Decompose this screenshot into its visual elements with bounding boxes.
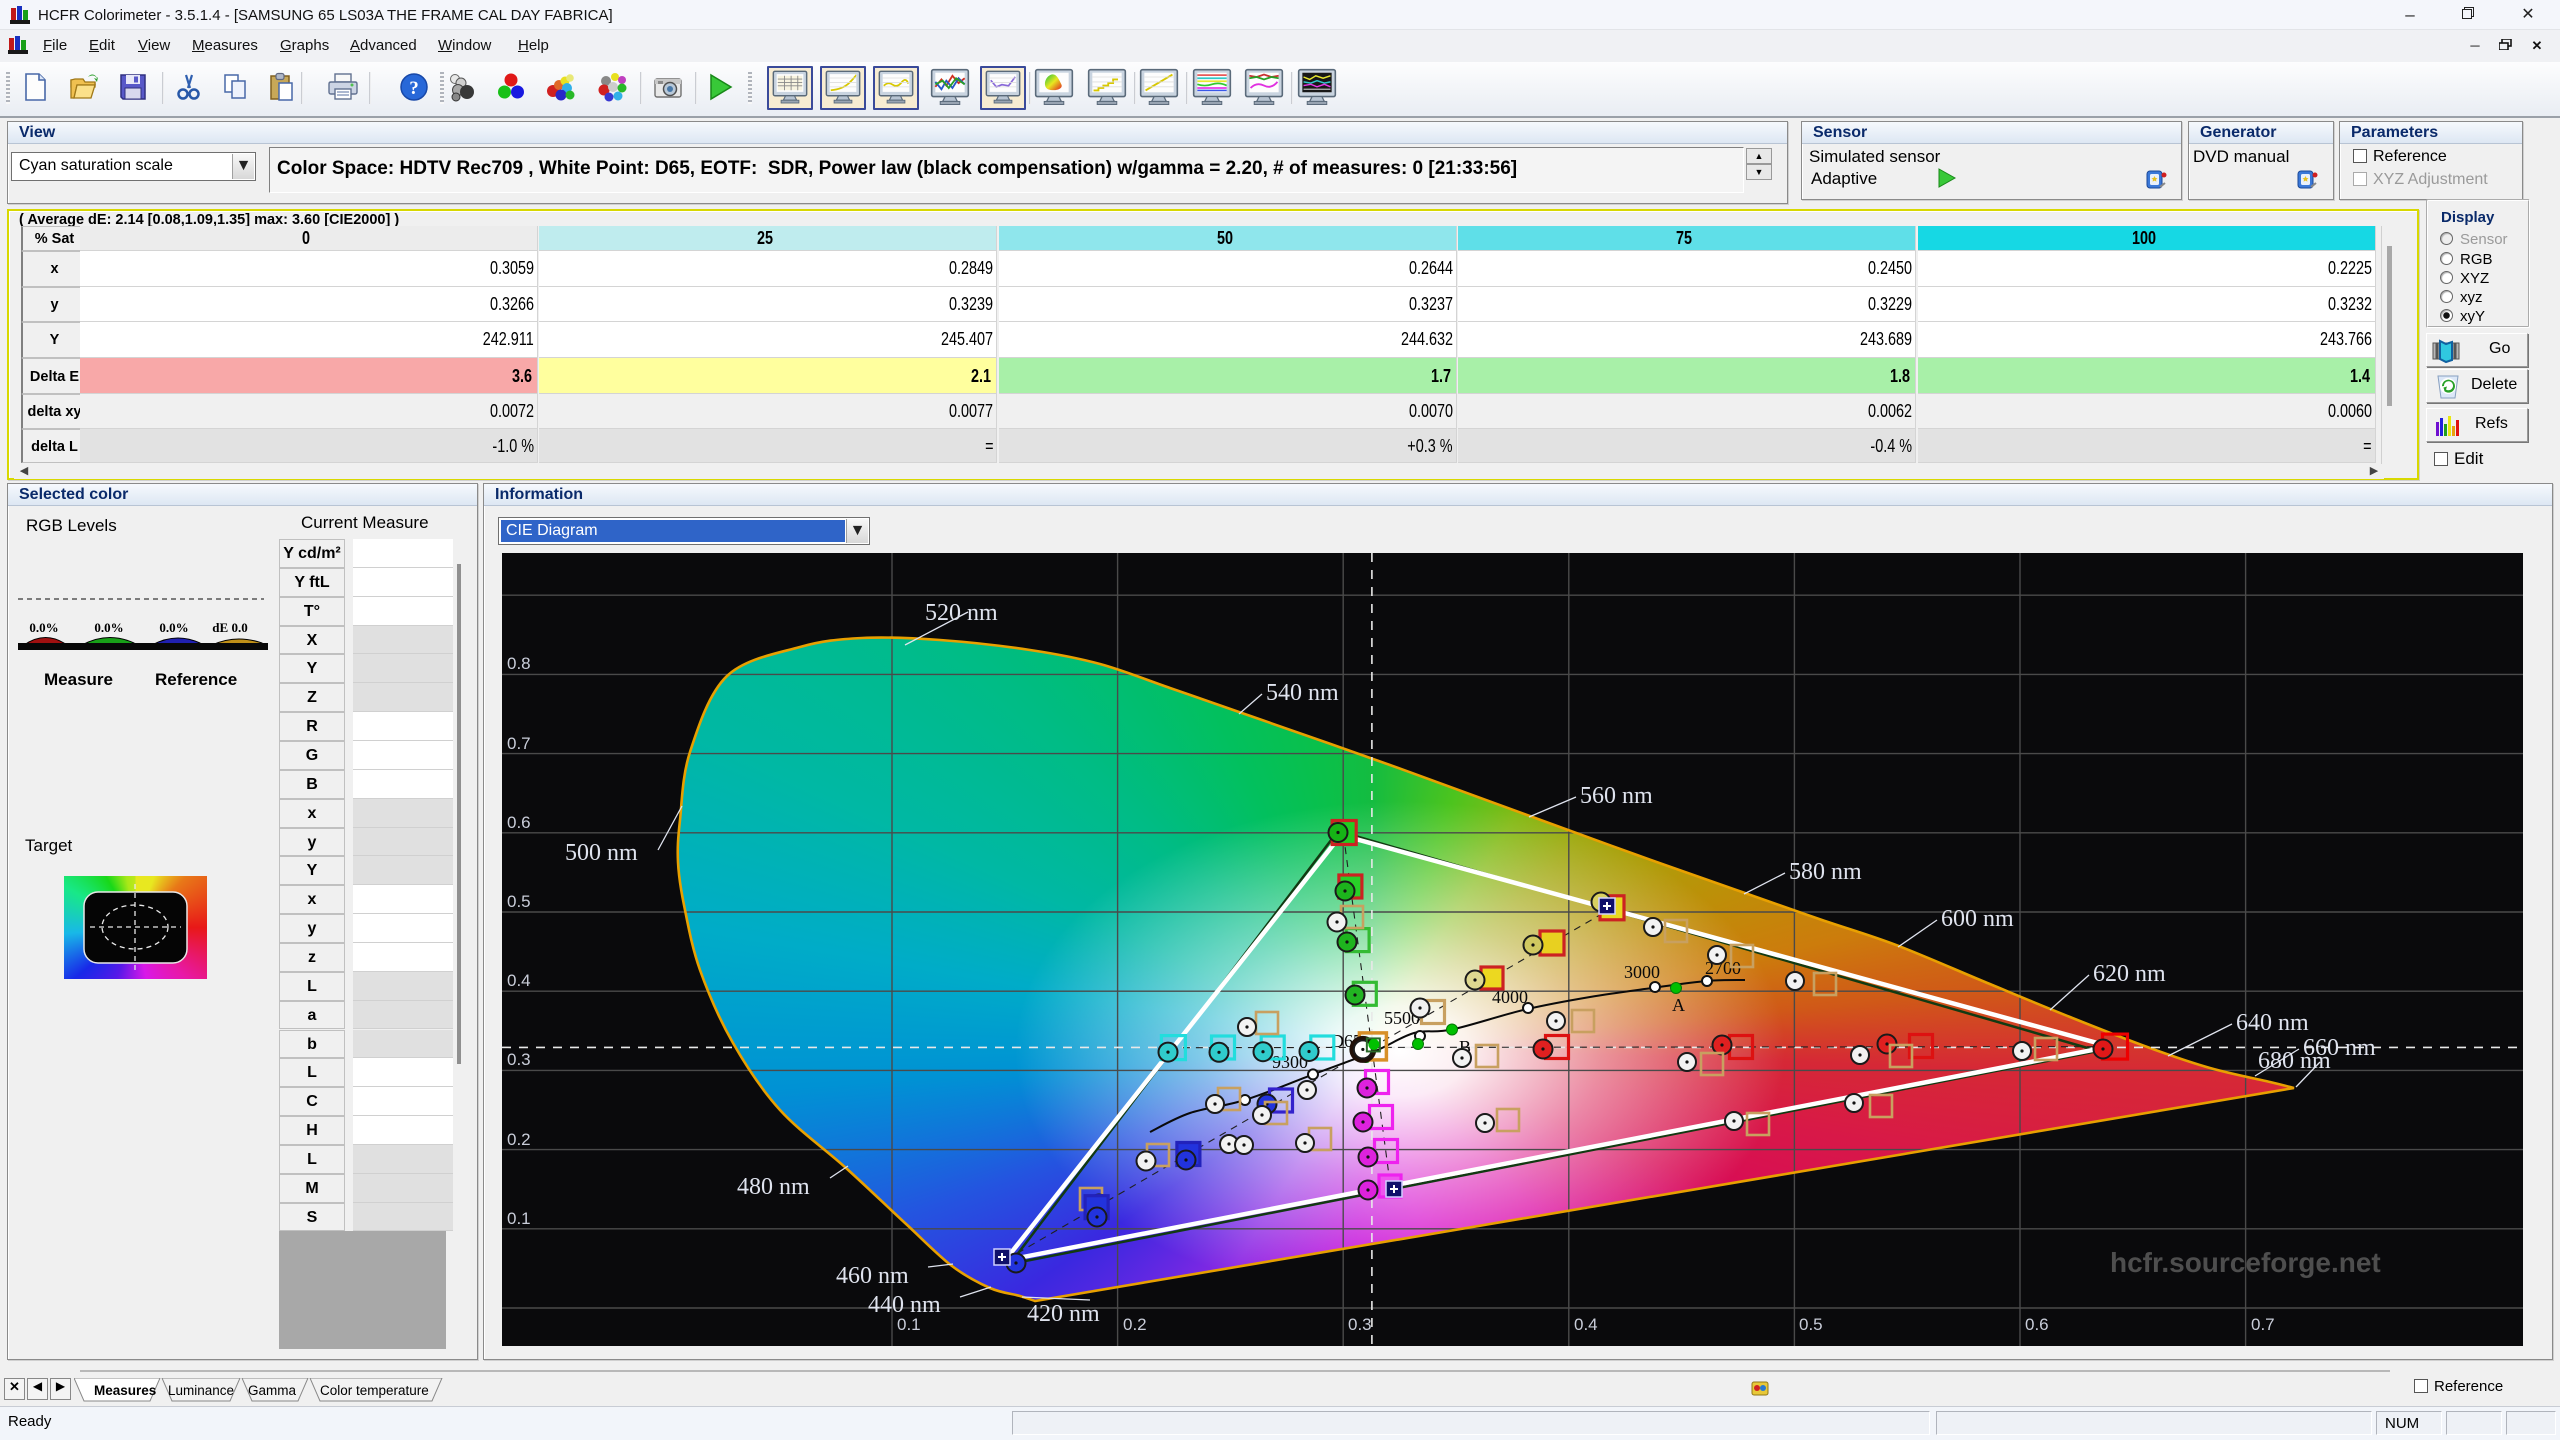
svg-text:0.8: 0.8 <box>507 654 531 673</box>
svg-text:520 nm: 520 nm <box>925 600 998 626</box>
svg-text:dE 0.0: dE 0.0 <box>212 620 247 635</box>
svg-text:0.1: 0.1 <box>897 1315 921 1334</box>
svg-text:480 nm: 480 nm <box>737 1174 810 1200</box>
svg-text:0.0%: 0.0% <box>159 620 188 635</box>
svg-text:0.2: 0.2 <box>507 1130 531 1149</box>
svg-text:600 nm: 600 nm <box>1941 906 2014 932</box>
svg-text:420 nm: 420 nm <box>1027 1301 1100 1327</box>
svg-text:0.0%: 0.0% <box>29 620 58 635</box>
svg-text:0.4: 0.4 <box>507 971 531 990</box>
svg-text:460 nm: 460 nm <box>836 1263 909 1289</box>
svg-text:0.3: 0.3 <box>507 1050 531 1069</box>
svg-text:A: A <box>1672 995 1685 1015</box>
svg-text:540 nm: 540 nm <box>1266 680 1339 706</box>
svg-text:620 nm: 620 nm <box>2093 961 2166 987</box>
svg-text:Gamma: Gamma <box>248 1383 297 1398</box>
svg-text:640 nm: 640 nm <box>2236 1010 2309 1036</box>
svg-text:560 nm: 560 nm <box>1580 783 1653 809</box>
svg-text:0.5: 0.5 <box>507 892 531 911</box>
svg-text:Measures: Measures <box>94 1383 156 1398</box>
svg-text:0.6: 0.6 <box>507 813 531 832</box>
svg-text:?: ? <box>409 78 419 99</box>
svg-text:0.7: 0.7 <box>507 734 531 753</box>
svg-text:3000: 3000 <box>1624 962 1660 982</box>
svg-text:0.5: 0.5 <box>1799 1315 1823 1334</box>
svg-text:0.6: 0.6 <box>2025 1315 2049 1334</box>
svg-text:hcfr.sourceforge.net: hcfr.sourceforge.net <box>2110 1247 2381 1278</box>
svg-text:Luminance: Luminance <box>168 1383 234 1398</box>
svg-text:0.1: 0.1 <box>507 1209 531 1228</box>
svg-text:0.2: 0.2 <box>1123 1315 1147 1334</box>
svg-text:680 nm: 680 nm <box>2258 1048 2331 1074</box>
svg-text:Color temperature: Color temperature <box>320 1383 429 1398</box>
svg-text:0.4: 0.4 <box>1574 1315 1598 1334</box>
svg-text:0.3: 0.3 <box>1348 1315 1372 1334</box>
svg-text:0.0%: 0.0% <box>94 620 123 635</box>
svg-text:500 nm: 500 nm <box>565 840 638 866</box>
svg-text:580 nm: 580 nm <box>1789 859 1862 885</box>
svg-text:0.7: 0.7 <box>2251 1315 2275 1334</box>
